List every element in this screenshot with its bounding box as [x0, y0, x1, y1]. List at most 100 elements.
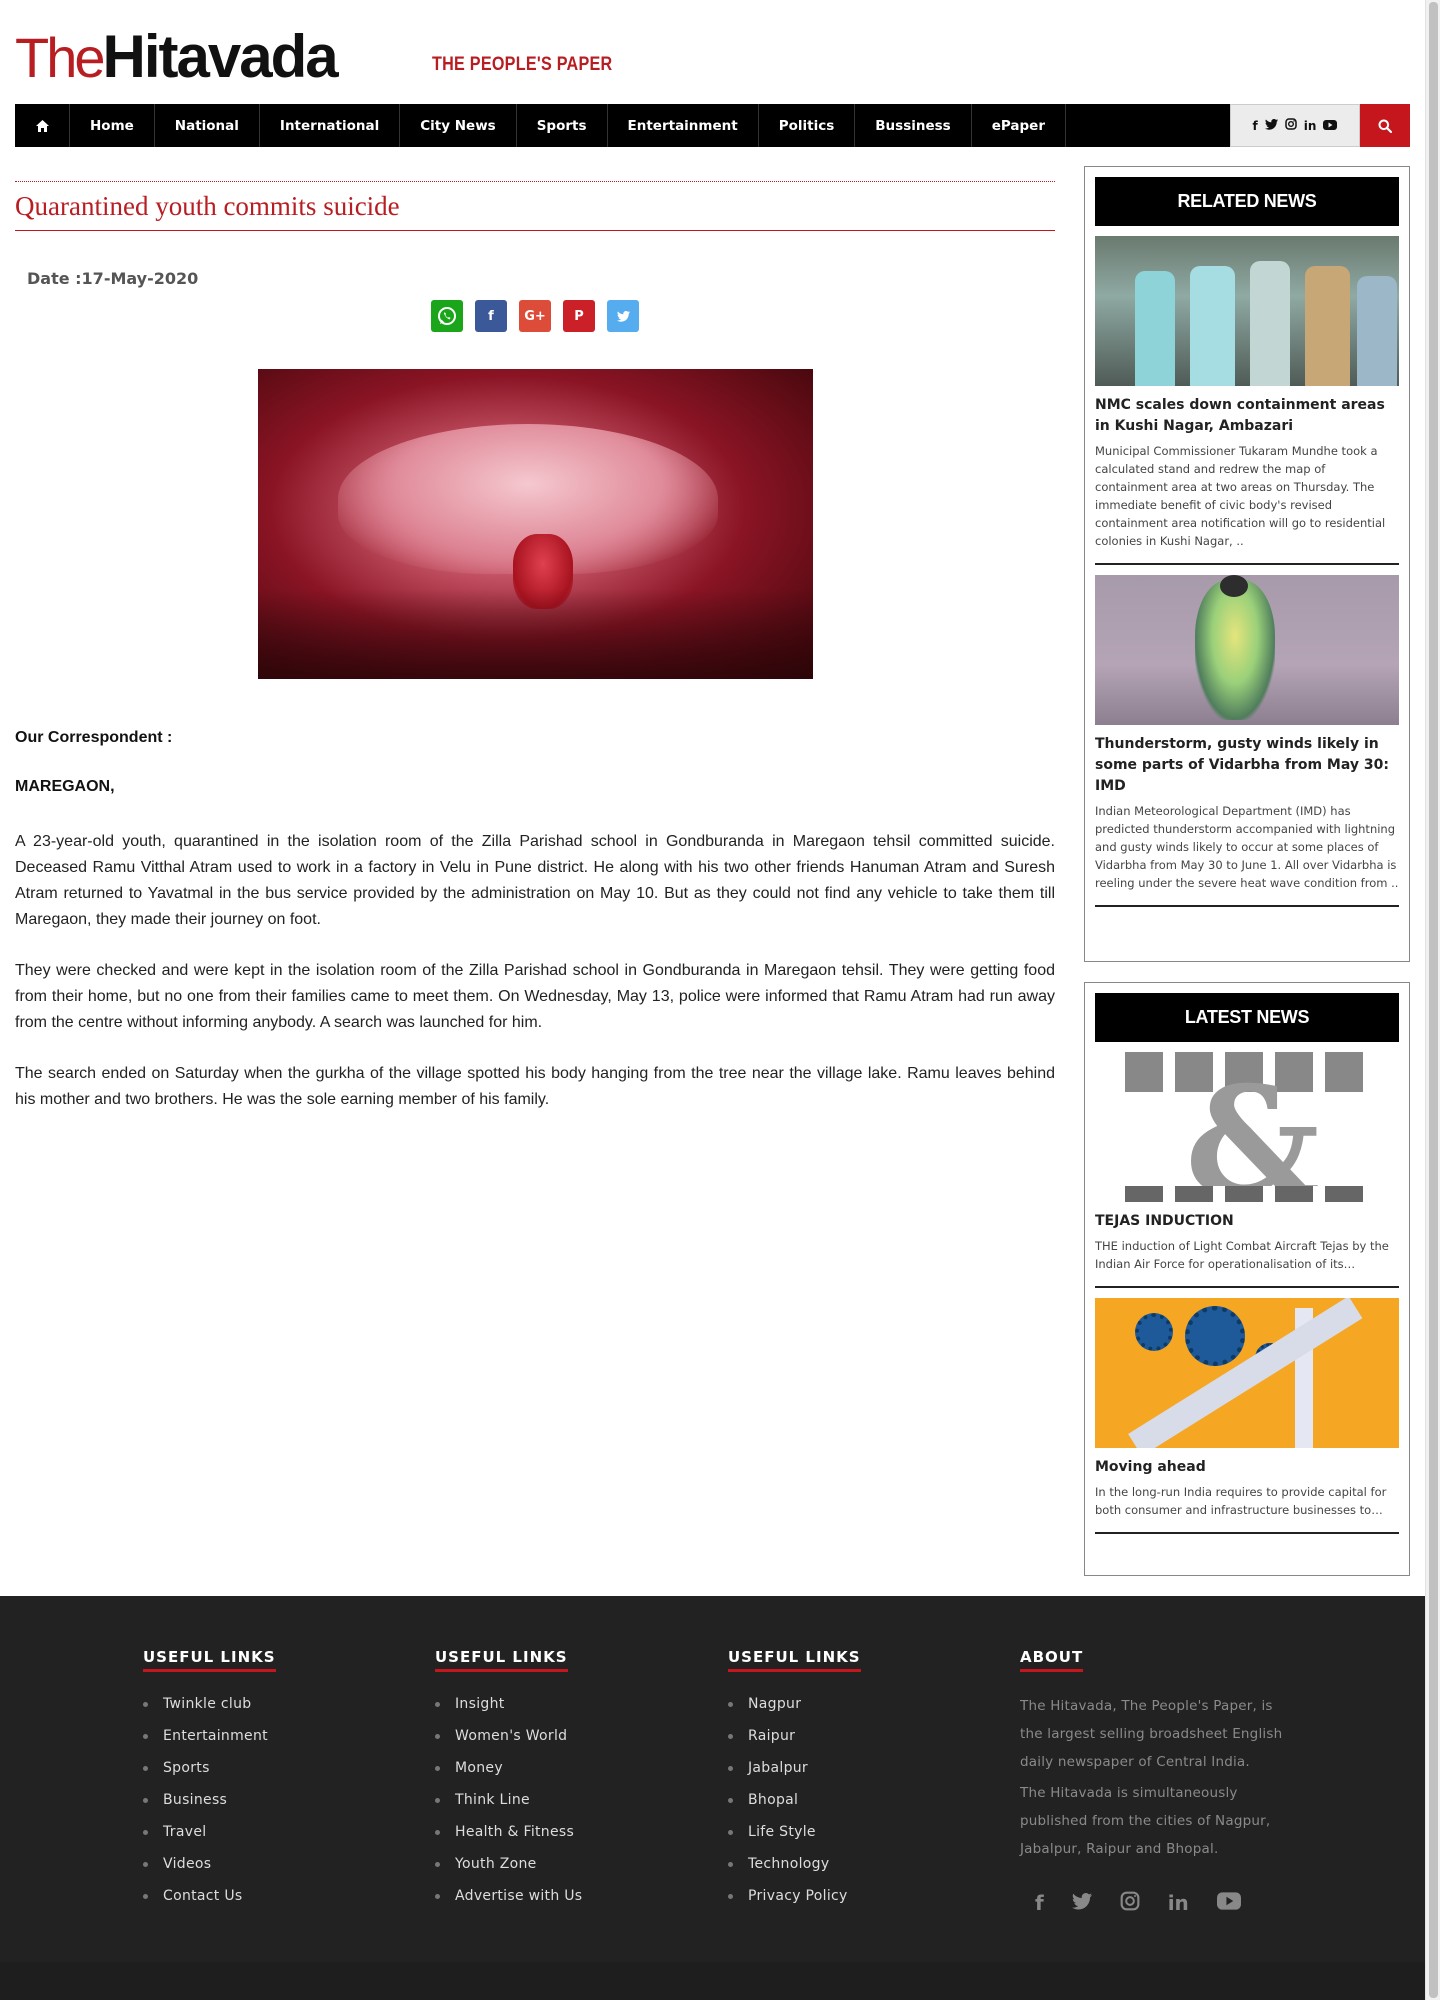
pinterest-icon[interactable]: P: [563, 300, 595, 332]
related-news-excerpt: Municipal Commissioner Tukaram Mundhe to…: [1095, 444, 1386, 548]
latest-news-title[interactable]: TEJAS INDUCTION: [1095, 1211, 1399, 1232]
footer-social-icons: f in: [1020, 1891, 1285, 1916]
footer-link[interactable]: Health & Fitness: [435, 1822, 582, 1854]
footer-link-list: Nagpur Raipur Jabalpur Bhopal Life Style…: [728, 1694, 861, 1918]
site-footer: USEFUL LINKS Twinkle club Entertainment …: [0, 1596, 1425, 2000]
nav-item-home[interactable]: Home: [70, 104, 155, 147]
footer-link-list: Insight Women's World Money Think Line H…: [435, 1694, 582, 1918]
footer-heading: USEFUL LINKS: [143, 1648, 276, 1672]
site-header: TheHitavada THE PEOPLE'S PAPER: [15, 22, 615, 90]
site-tagline: THE PEOPLE'S PAPER: [432, 54, 613, 75]
footer-link[interactable]: Technology: [728, 1854, 861, 1886]
article-paragraph: A 23-year-old youth, quarantined in the …: [15, 833, 1055, 928]
site-logo[interactable]: TheHitavada: [15, 22, 339, 91]
youtube-icon[interactable]: [1216, 1891, 1241, 1916]
footer-link[interactable]: Advertise with Us: [435, 1886, 582, 1918]
latest-news-box: LATEST NEWS & TEJAS INDUCTION THE induct…: [1084, 982, 1410, 1576]
related-news-title[interactable]: Thunderstorm, gusty winds likely in some…: [1095, 734, 1399, 797]
nav-item-city-news[interactable]: City News: [400, 104, 517, 147]
latest-news-card[interactable]: & TEJAS INDUCTION THE induction of Light…: [1095, 1052, 1399, 1288]
facebook-icon[interactable]: f: [1253, 119, 1258, 133]
footer-column: USEFUL LINKS Twinkle club Entertainment …: [143, 1648, 276, 1918]
home-icon[interactable]: [15, 104, 70, 147]
footer-link[interactable]: Life Style: [728, 1822, 861, 1854]
latest-news-heading: LATEST NEWS: [1095, 993, 1399, 1042]
twitter-icon[interactable]: [607, 300, 639, 332]
footer-heading: ABOUT: [1020, 1648, 1084, 1672]
logo-the: The: [15, 26, 105, 89]
latest-news-image[interactable]: &: [1095, 1052, 1399, 1202]
latest-news-excerpt: THE induction of Light Combat Aircraft T…: [1095, 1239, 1389, 1271]
main-nav: Home National International City News Sp…: [15, 104, 1410, 147]
related-news-image[interactable]: [1095, 236, 1399, 386]
latest-news-card[interactable]: Moving ahead In the long-run India requi…: [1095, 1298, 1399, 1534]
footer-link-list: Twinkle club Entertainment Sports Busine…: [143, 1694, 276, 1918]
nav-item-sports[interactable]: Sports: [517, 104, 608, 147]
footer-link[interactable]: Contact Us: [143, 1886, 276, 1918]
footer-link[interactable]: Videos: [143, 1854, 276, 1886]
nav-item-entertainment[interactable]: Entertainment: [608, 104, 759, 147]
twitter-icon[interactable]: [1071, 1891, 1092, 1916]
related-news-excerpt: Indian Meteorological Department (IMD) h…: [1095, 804, 1399, 890]
related-news-image[interactable]: [1095, 575, 1399, 725]
twitter-icon[interactable]: [1264, 118, 1278, 133]
footer-link[interactable]: Travel: [143, 1822, 276, 1854]
facebook-icon[interactable]: f: [475, 300, 507, 332]
nav-item-epaper[interactable]: ePaper: [972, 104, 1066, 147]
about-text: The Hitavada is simultaneously published…: [1020, 1785, 1271, 1857]
linkedin-icon[interactable]: in: [1304, 119, 1317, 133]
footer-link[interactable]: Insight: [435, 1694, 582, 1726]
nav-item-politics[interactable]: Politics: [759, 104, 856, 147]
nav-item-bussiness[interactable]: Bussiness: [855, 104, 972, 147]
article-date: Date :17-May-2020: [27, 269, 199, 288]
footer-about: ABOUT The Hitavada, The People's Paper, …: [1020, 1648, 1285, 1916]
footer-column: USEFUL LINKS Nagpur Raipur Jabalpur Bhop…: [728, 1648, 861, 1918]
instagram-icon[interactable]: [1285, 118, 1297, 133]
footer-link[interactable]: Bhopal: [728, 1790, 861, 1822]
footer-link[interactable]: Women's World: [435, 1726, 582, 1758]
footer-link[interactable]: Money: [435, 1758, 582, 1790]
footer-link[interactable]: Business: [143, 1790, 276, 1822]
footer-link[interactable]: Nagpur: [728, 1694, 861, 1726]
related-news-heading: RELATED NEWS: [1095, 177, 1399, 226]
scrollbar-thumb[interactable]: [1429, 2, 1438, 1998]
footer-link[interactable]: Think Line: [435, 1790, 582, 1822]
article-image: [257, 369, 813, 679]
title-divider: [15, 181, 1055, 182]
linkedin-icon[interactable]: in: [1168, 1891, 1189, 1916]
logo-name: Hitavada: [102, 23, 339, 90]
latest-news-title[interactable]: Moving ahead: [1095, 1457, 1399, 1478]
nav-item-national[interactable]: National: [155, 104, 260, 147]
youtube-icon[interactable]: [1323, 119, 1338, 133]
about-text: The Hitavada, The People's Paper, is the…: [1020, 1698, 1283, 1770]
nav-social-icons: f in: [1230, 104, 1360, 147]
related-news-title[interactable]: NMC scales down containment areas in Kus…: [1095, 395, 1399, 437]
related-news-card[interactable]: Thunderstorm, gusty winds likely in some…: [1095, 575, 1399, 907]
google-plus-icon[interactable]: G+: [519, 300, 551, 332]
search-icon[interactable]: [1360, 104, 1410, 147]
latest-news-image[interactable]: [1095, 1298, 1399, 1448]
article-paragraph: They were checked and were kept in the i…: [15, 962, 1055, 1031]
nav-item-international[interactable]: International: [260, 104, 401, 147]
footer-link[interactable]: Youth Zone: [435, 1854, 582, 1886]
whatsapp-icon[interactable]: [431, 300, 463, 332]
facebook-icon[interactable]: f: [1035, 1891, 1044, 1916]
latest-news-excerpt: In the long-run India requires to provid…: [1095, 1485, 1387, 1517]
footer-link[interactable]: Entertainment: [143, 1726, 276, 1758]
instagram-icon[interactable]: [1120, 1891, 1140, 1916]
related-news-card[interactable]: NMC scales down containment areas in Kus…: [1095, 236, 1399, 565]
footer-link[interactable]: Twinkle club: [143, 1694, 276, 1726]
footer-link[interactable]: Raipur: [728, 1726, 861, 1758]
article-place: MAREGAON,: [15, 778, 115, 795]
article-title: Quarantined youth commits suicide: [15, 191, 1055, 231]
footer-link[interactable]: Sports: [143, 1758, 276, 1790]
related-news-box: RELATED NEWS NMC scales down containment…: [1084, 166, 1410, 962]
share-buttons: f G+ P: [15, 300, 1055, 332]
footer-link[interactable]: Jabalpur: [728, 1758, 861, 1790]
article-paragraph: The search ended on Saturday when the gu…: [15, 1065, 1055, 1108]
footer-link[interactable]: Privacy Policy: [728, 1886, 861, 1918]
page-scrollbar[interactable]: [1425, 0, 1440, 2000]
footer-heading: USEFUL LINKS: [435, 1648, 568, 1672]
footer-column: USEFUL LINKS Insight Women's World Money…: [435, 1648, 582, 1918]
